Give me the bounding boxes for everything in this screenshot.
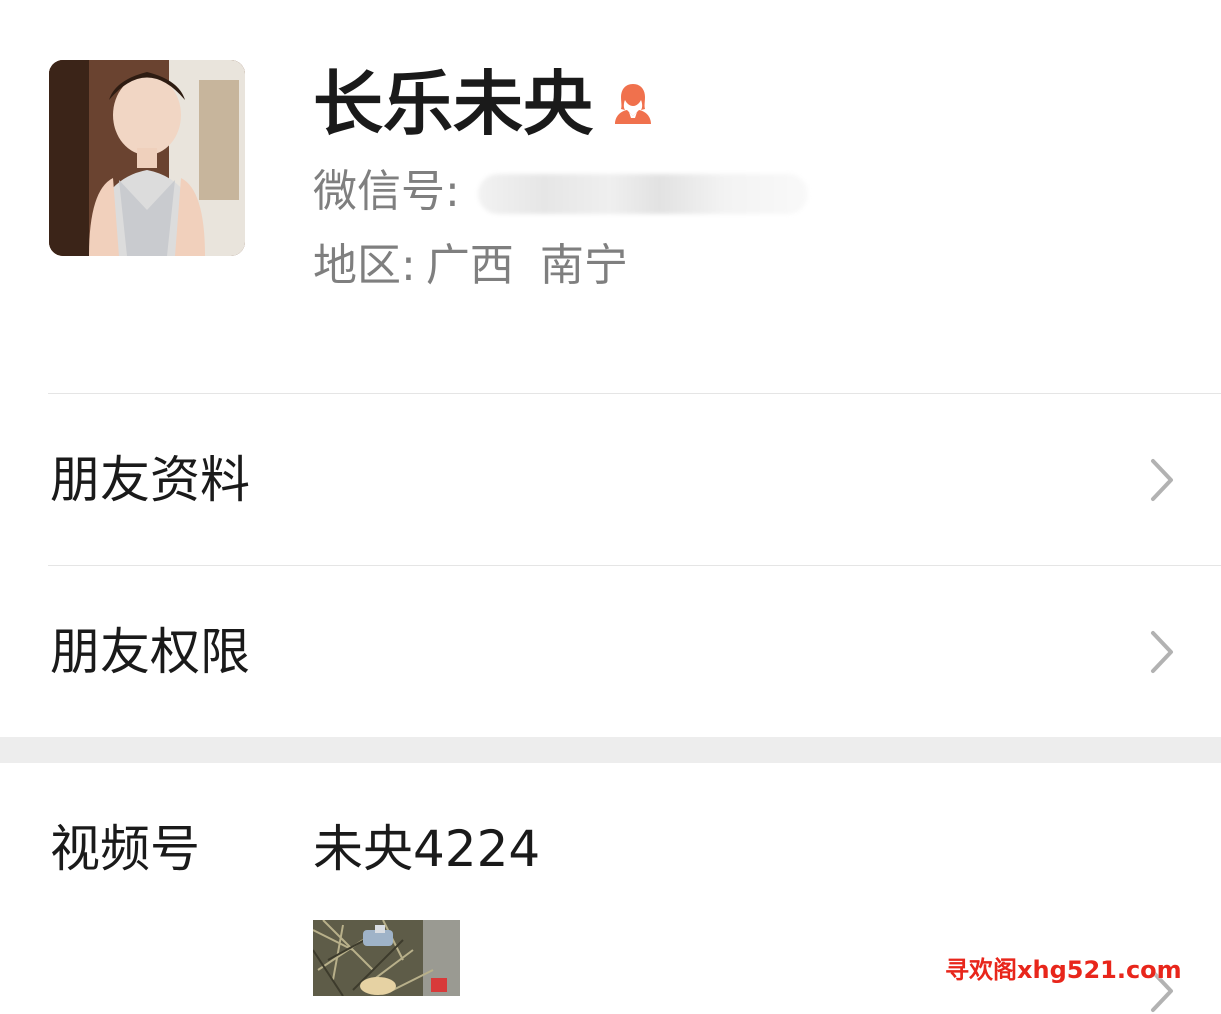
chevron-right-icon bbox=[1151, 631, 1173, 673]
channels-thumbnail-image bbox=[313, 920, 460, 996]
wechat-id-value-blurred bbox=[477, 174, 808, 214]
channels-thumbnail[interactable] bbox=[313, 920, 460, 996]
name-row: 长乐未央 bbox=[313, 62, 657, 146]
profile-name: 长乐未央 bbox=[313, 63, 593, 145]
region-line: 地区: 广西 南宁 bbox=[313, 238, 628, 294]
friend-profile-row[interactable]: 朋友资料 bbox=[0, 395, 1221, 565]
watermark: 寻欢阁xhg521.com bbox=[945, 956, 1182, 984]
divider bbox=[48, 393, 1221, 394]
friend-permissions-label: 朋友权限 bbox=[50, 623, 250, 681]
region-city: 南宁 bbox=[539, 240, 628, 291]
friend-profile-label: 朋友资料 bbox=[50, 451, 250, 509]
section-gap bbox=[0, 737, 1221, 763]
profile-header: 长乐未央 微信号: 地区: 广西 南宁 bbox=[0, 0, 1221, 394]
avatar-photo bbox=[49, 60, 245, 256]
divider bbox=[48, 565, 1221, 566]
region-label: 地区: bbox=[313, 240, 416, 291]
friend-permissions-row[interactable]: 朋友权限 bbox=[0, 567, 1221, 737]
wechat-id-line: 微信号: bbox=[313, 164, 808, 220]
chevron-right-icon bbox=[1151, 459, 1173, 501]
channels-label: 视频号 bbox=[50, 820, 200, 878]
avatar[interactable] bbox=[49, 60, 245, 256]
region-province: 广西 bbox=[425, 240, 514, 291]
channels-value: 未央4224 bbox=[313, 820, 541, 878]
female-icon bbox=[609, 80, 657, 128]
wechat-id-label: 微信号: bbox=[313, 166, 460, 217]
